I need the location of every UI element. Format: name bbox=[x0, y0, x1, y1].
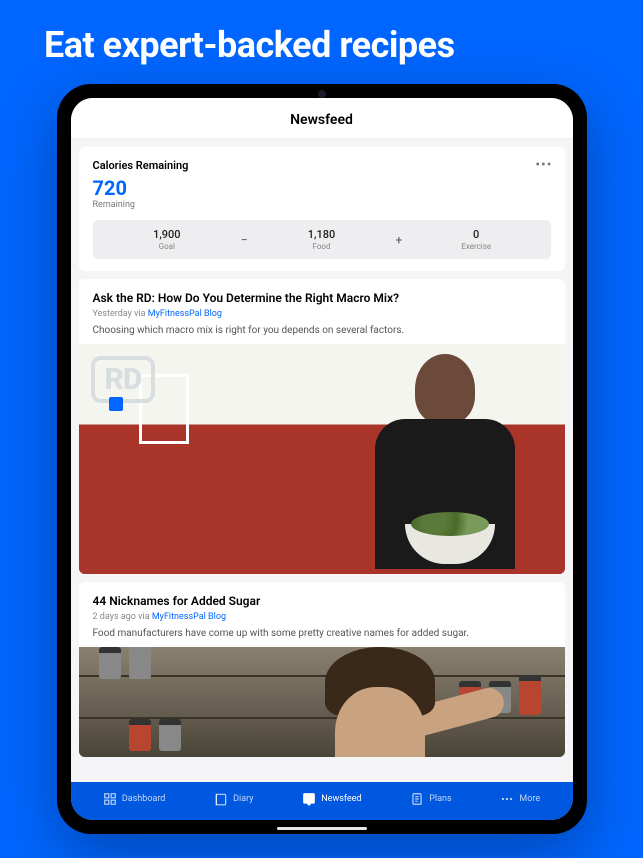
newsfeed-icon bbox=[302, 792, 316, 806]
article-card[interactable]: 44 Nicknames for Added Sugar 2 days ago … bbox=[79, 582, 565, 757]
app-header: Newsfeed bbox=[71, 98, 573, 139]
device-camera bbox=[318, 90, 326, 98]
goal-column: 1,900 Goal bbox=[99, 228, 236, 251]
more-options-button[interactable]: ••• bbox=[535, 157, 552, 173]
nav-dashboard[interactable]: Dashboard bbox=[103, 792, 166, 806]
food-column: 1,180 Food bbox=[253, 228, 390, 251]
more-icon bbox=[500, 792, 514, 806]
article-excerpt: Food manufacturers have come up with som… bbox=[93, 628, 551, 639]
exercise-value: 0 bbox=[408, 228, 545, 241]
article-when: 2 days ago via bbox=[93, 612, 152, 622]
article-excerpt: Choosing which macro mix is right for yo… bbox=[93, 325, 551, 336]
plus-operator: + bbox=[390, 233, 408, 247]
food-label: Food bbox=[253, 242, 390, 251]
calories-breakdown: 1,900 Goal − 1,180 Food + 0 Exercise bbox=[93, 220, 551, 259]
article-image bbox=[79, 647, 565, 757]
calories-remaining-label: Remaining bbox=[93, 200, 551, 210]
article-meta: Yesterday via MyFitnessPal Blog bbox=[93, 309, 551, 319]
article-title: Ask the RD: How Do You Determine the Rig… bbox=[93, 291, 551, 305]
nav-label: Plans bbox=[429, 794, 451, 804]
content-scroll[interactable]: ••• Calories Remaining 720 Remaining 1,9… bbox=[71, 139, 573, 782]
page-title: Newsfeed bbox=[71, 112, 573, 128]
nav-label: Newsfeed bbox=[321, 794, 361, 804]
app-screen: Newsfeed ••• Calories Remaining 720 Rema… bbox=[71, 98, 573, 820]
exercise-column: 0 Exercise bbox=[408, 228, 545, 251]
article-meta: 2 days ago via MyFitnessPal Blog bbox=[93, 612, 551, 622]
food-value: 1,180 bbox=[253, 228, 390, 241]
article-image: RD bbox=[79, 344, 565, 574]
plans-icon bbox=[410, 792, 424, 806]
calories-card: ••• Calories Remaining 720 Remaining 1,9… bbox=[79, 147, 565, 271]
nav-diary[interactable]: Diary bbox=[214, 792, 253, 806]
calories-remaining-value: 720 bbox=[93, 176, 551, 200]
nav-label: More bbox=[519, 794, 540, 804]
article-title: 44 Nicknames for Added Sugar bbox=[93, 594, 551, 608]
dashboard-icon bbox=[103, 792, 117, 806]
article-source-link[interactable]: MyFitnessPal Blog bbox=[152, 612, 226, 622]
goal-value: 1,900 bbox=[99, 228, 236, 241]
minus-operator: − bbox=[235, 233, 253, 247]
nav-plans[interactable]: Plans bbox=[410, 792, 451, 806]
nav-more[interactable]: More bbox=[500, 792, 540, 806]
marketing-headline: Eat expert-backed recipes bbox=[0, 0, 643, 84]
diary-icon bbox=[214, 792, 228, 806]
rd-badge-icon: RD bbox=[91, 356, 156, 403]
nav-label: Dashboard bbox=[122, 794, 166, 804]
tablet-device-frame: Newsfeed ••• Calories Remaining 720 Rema… bbox=[57, 84, 587, 834]
article-card[interactable]: Ask the RD: How Do You Determine the Rig… bbox=[79, 279, 565, 574]
bottom-nav: Dashboard Diary Newsfeed Plans bbox=[71, 782, 573, 820]
nav-newsfeed[interactable]: Newsfeed bbox=[302, 792, 361, 806]
exercise-label: Exercise bbox=[408, 242, 545, 251]
goal-label: Goal bbox=[99, 242, 236, 251]
calories-title: Calories Remaining bbox=[93, 159, 551, 172]
nav-label: Diary bbox=[233, 794, 253, 804]
article-source-link[interactable]: MyFitnessPal Blog bbox=[148, 309, 222, 319]
article-when: Yesterday via bbox=[93, 309, 148, 319]
